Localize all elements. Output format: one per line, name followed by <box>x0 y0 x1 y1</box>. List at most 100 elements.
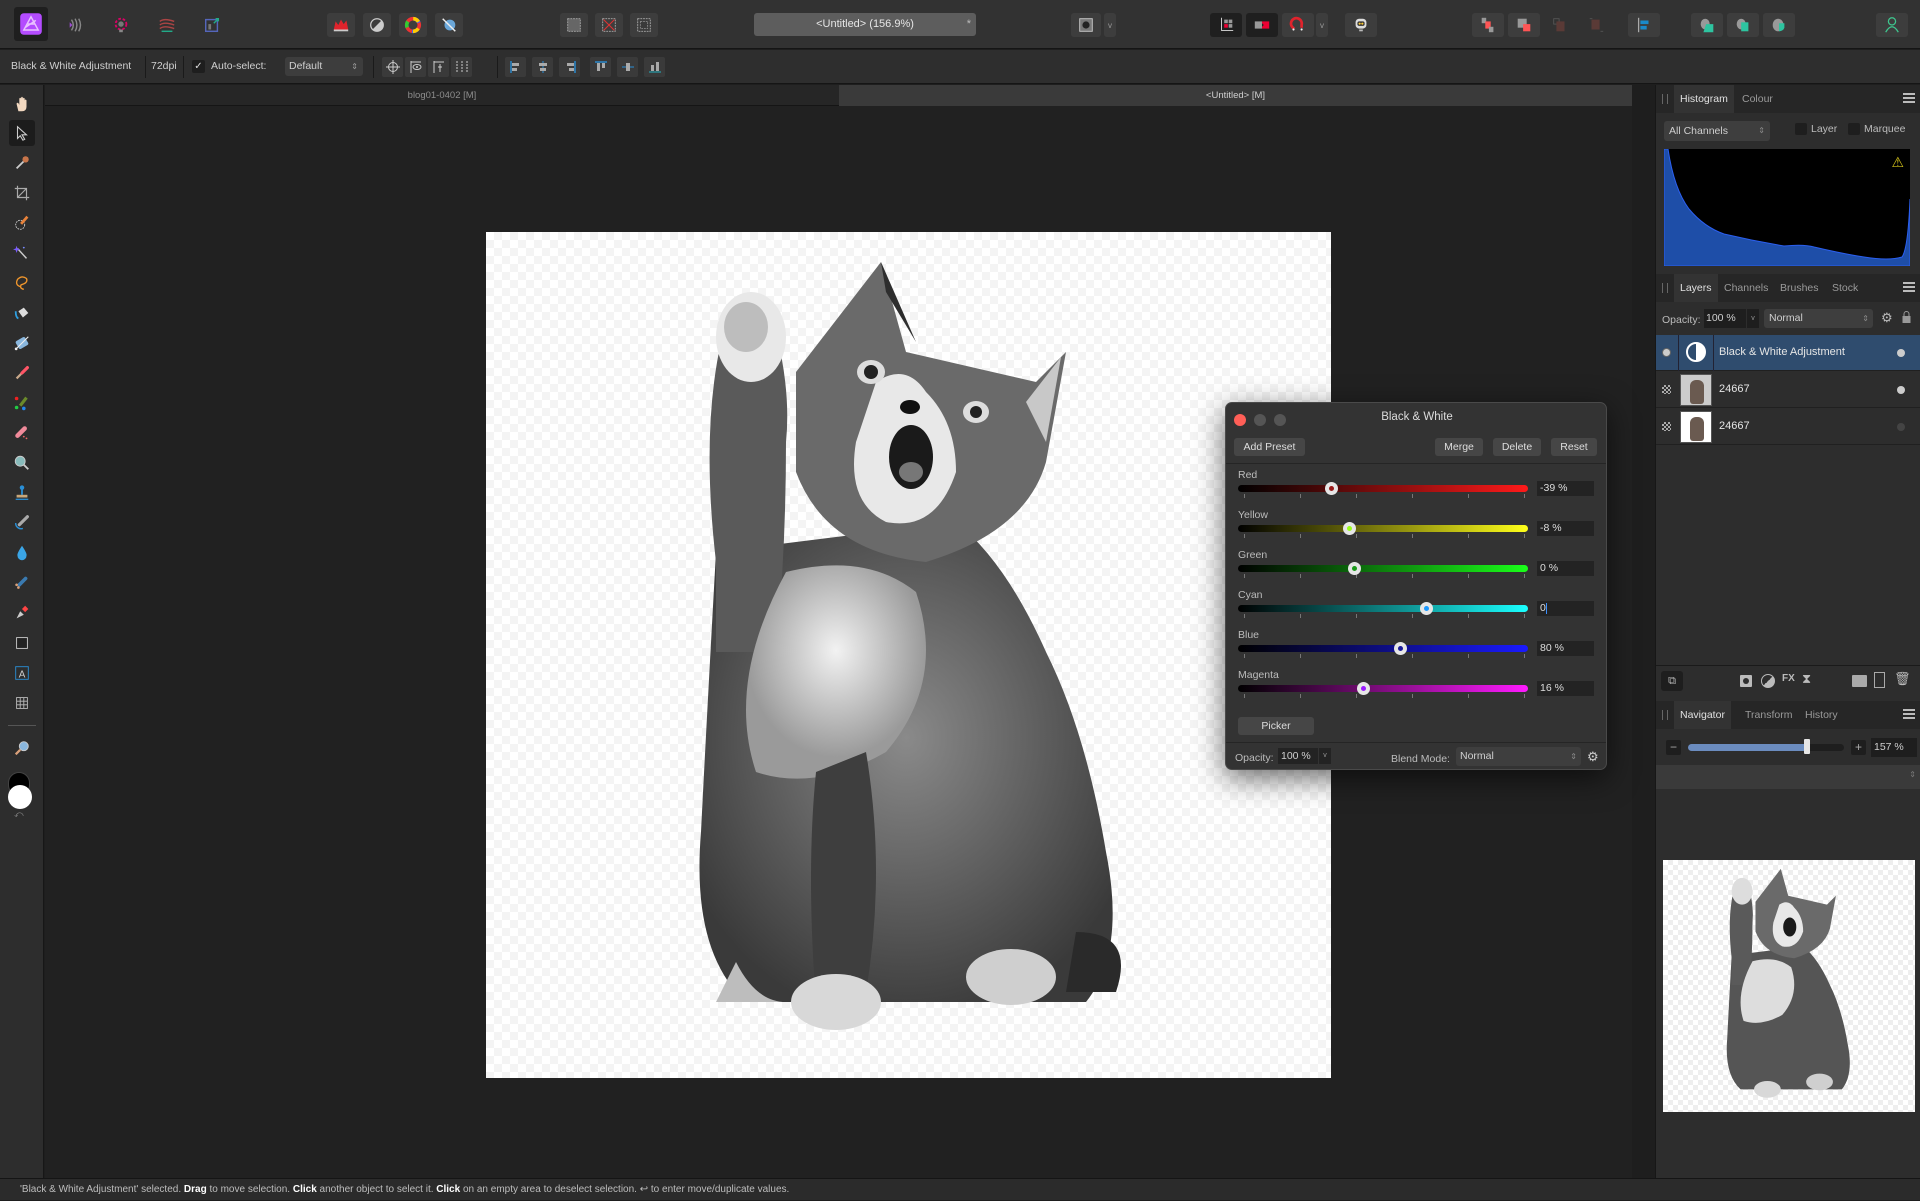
tab-layers[interactable]: Layers <box>1674 274 1718 302</box>
panel-menu-icon[interactable] <box>1903 709 1915 719</box>
view-mode-button[interactable] <box>1210 13 1242 37</box>
export-persona-button[interactable] <box>198 13 226 37</box>
navigator-preview[interactable] <box>1663 860 1915 1112</box>
slider-handle-green[interactable] <box>1348 562 1361 575</box>
alignment-button[interactable] <box>1628 13 1660 37</box>
levels-button[interactable] <box>327 13 355 37</box>
zoom-slider-handle[interactable] <box>1803 739 1810 754</box>
zoom-out-button[interactable]: − <box>1666 740 1681 755</box>
marquee-checkbox[interactable] <box>1848 123 1860 135</box>
arrange-back-button[interactable] <box>1544 13 1576 37</box>
align-left-button[interactable] <box>505 57 526 77</box>
clone-brush-tool[interactable] <box>9 480 35 506</box>
slider-value-yellow[interactable]: -8 % <box>1537 521 1594 536</box>
slider-track-yellow[interactable] <box>1238 525 1528 532</box>
white-balance-button[interactable] <box>363 13 391 37</box>
tab-channels[interactable]: Channels <box>1718 274 1774 302</box>
tab-transform[interactable]: Transform <box>1739 701 1798 729</box>
tab-navigator[interactable]: Navigator <box>1674 701 1731 729</box>
lock-icon[interactable] <box>1902 311 1911 323</box>
invert-selection-button[interactable] <box>630 13 658 37</box>
group-folder-icon[interactable] <box>1852 675 1867 687</box>
slider-value-green[interactable]: 0 % <box>1537 561 1594 576</box>
zoom-slider[interactable] <box>1688 744 1844 751</box>
transform-origin-button[interactable] <box>382 57 403 77</box>
arrange-forward-button[interactable] <box>1472 13 1504 37</box>
slider-track-red[interactable] <box>1238 485 1528 492</box>
opacity-dropdown[interactable]: v <box>1319 748 1331 764</box>
primary-colour-swatch[interactable] <box>8 785 32 809</box>
doc-tab-blog01[interactable]: blog01-0402 [M] <box>45 85 839 106</box>
assistant-button[interactable] <box>1345 13 1377 37</box>
align-middle-button[interactable] <box>617 57 638 77</box>
blemish-removal-tool[interactable] <box>9 450 35 476</box>
tab-colour[interactable]: Colour <box>1736 85 1779 113</box>
delete-button[interactable]: Delete <box>1493 438 1541 456</box>
visibility-toggle-icon[interactable] <box>1662 348 1671 357</box>
tab-history[interactable]: History <box>1799 701 1844 729</box>
picker-button[interactable]: Picker <box>1238 717 1314 735</box>
hsl-button[interactable] <box>399 13 427 37</box>
boolean-intersect-button[interactable] <box>1727 13 1759 37</box>
slider-value-magenta[interactable]: 16 % <box>1537 681 1594 696</box>
slider-track-magenta[interactable] <box>1238 685 1528 692</box>
fx-icon[interactable]: FX <box>1782 673 1795 684</box>
layer-hidden-dot[interactable] <box>1897 423 1905 431</box>
arrange-front-button[interactable] <box>1508 13 1540 37</box>
layer-settings-gear-icon[interactable]: ⚙ <box>1881 310 1893 326</box>
merge-button[interactable]: Merge <box>1435 438 1483 456</box>
reset-button[interactable]: Reset <box>1551 438 1597 456</box>
quick-mask-button[interactable] <box>1071 13 1101 37</box>
settings-gear-icon[interactable]: ⚙ <box>1587 749 1599 765</box>
adjustment-layer-icon[interactable] <box>1761 674 1775 688</box>
colour-picker-tool[interactable] <box>9 150 35 176</box>
blend-mode-dropdown[interactable]: Normal ⇕ <box>1456 747 1581 766</box>
alignment-handles-button[interactable] <box>428 57 449 77</box>
auto-select-dropdown[interactable]: Default ⇕ <box>285 57 363 76</box>
boolean-divide-button[interactable] <box>1763 13 1795 37</box>
tab-histogram[interactable]: Histogram <box>1674 85 1734 113</box>
layer-opacity-field[interactable]: 100 % <box>1704 309 1746 328</box>
slider-value-cyan[interactable]: 0 <box>1537 601 1594 616</box>
arrange-backward-button[interactable] <box>1580 13 1612 37</box>
opacity-field[interactable]: 100 % <box>1278 748 1318 764</box>
text-tool[interactable]: A <box>9 660 35 686</box>
slider-track-cyan[interactable] <box>1238 605 1528 612</box>
live-filter-icon[interactable]: ⧗ <box>1802 671 1811 687</box>
selection-brush-tool[interactable] <box>9 210 35 236</box>
new-pixel-layer-icon[interactable] <box>1874 672 1885 688</box>
quick-mask-dropdown[interactable]: v <box>1104 13 1116 37</box>
layer-row[interactable]: Black & White Adjustment <box>1656 335 1920 371</box>
snapping-button[interactable] <box>1282 13 1314 37</box>
show-bounding-box-button[interactable] <box>405 57 426 77</box>
pixel-layer-icon[interactable] <box>1662 385 1671 394</box>
smudge-brush-tool[interactable] <box>9 510 35 536</box>
layer-row[interactable]: 24667 <box>1656 409 1920 445</box>
mask-layer-icon[interactable] <box>1740 675 1752 687</box>
layer-checkbox[interactable] <box>1795 123 1807 135</box>
select-all-button[interactable] <box>560 13 588 37</box>
view-tool[interactable] <box>9 91 35 117</box>
slider-track-green[interactable] <box>1238 565 1528 572</box>
view-presets-dropdown[interactable]: ⇕ <box>1656 765 1920 789</box>
split-view-button[interactable] <box>1246 13 1278 37</box>
slider-value-red[interactable]: -39 % <box>1537 481 1594 496</box>
red-eye-removal-tool[interactable] <box>9 570 35 596</box>
distribute-button[interactable] <box>451 57 472 77</box>
move-tool[interactable] <box>9 120 35 146</box>
crop-tool[interactable] <box>9 180 35 206</box>
layer-visible-dot[interactable] <box>1897 349 1905 357</box>
tab-stock[interactable]: Stock <box>1826 274 1864 302</box>
freehand-selection-tool[interactable] <box>9 270 35 296</box>
photo-persona-button[interactable] <box>14 7 48 41</box>
swap-colours-icon[interactable]: ⤺ <box>14 809 24 820</box>
gradient-tool[interactable] <box>9 330 35 356</box>
liquify-persona-button[interactable] <box>62 13 90 37</box>
tab-brushes[interactable]: Brushes <box>1774 274 1825 302</box>
slider-track-blue[interactable] <box>1238 645 1528 652</box>
dodge-brush-tool[interactable] <box>9 540 35 566</box>
auto-select-checkbox[interactable]: ✓ <box>192 60 205 73</box>
flood-fill-tool[interactable] <box>9 300 35 326</box>
panel-grip-icon[interactable] <box>1662 94 1668 104</box>
doc-tab-untitled[interactable]: <Untitled> [M] <box>839 85 1632 106</box>
